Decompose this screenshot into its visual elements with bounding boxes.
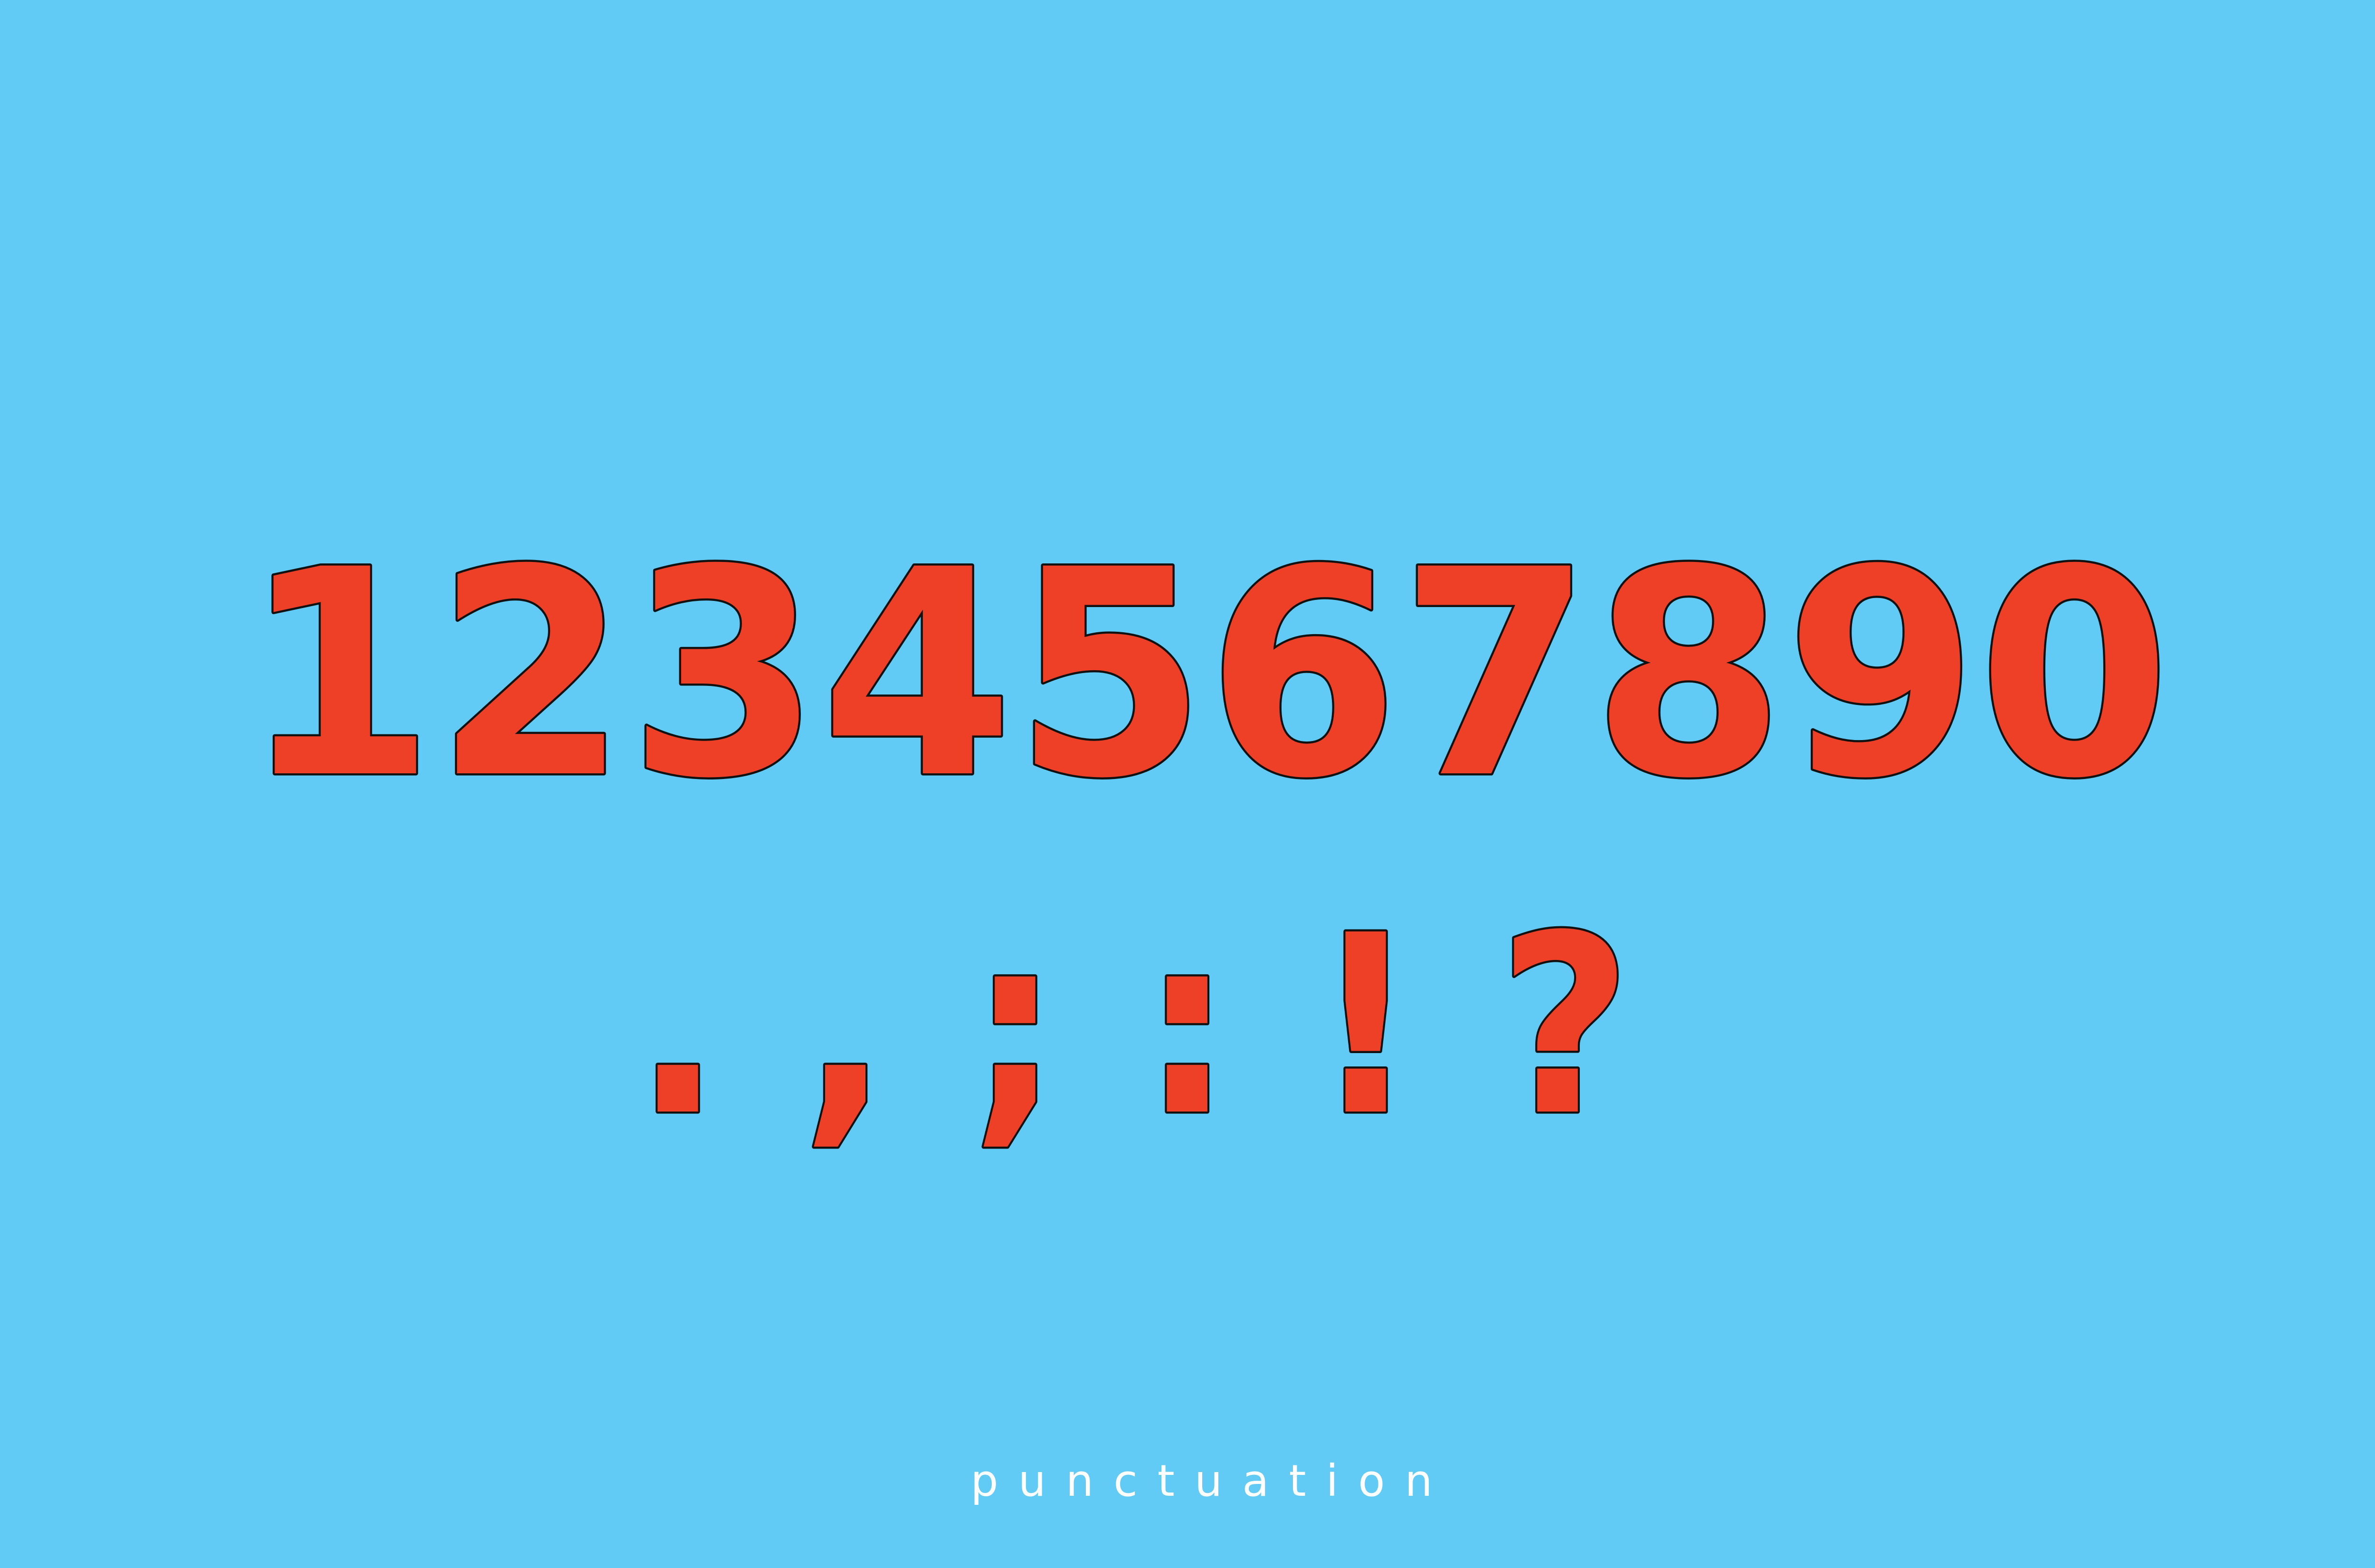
punctuation-line: . , ; : ! ? — [634, 882, 1632, 1170]
glyph-specimen: 1234567890 . , ; : ! ? — [240, 507, 2173, 1172]
digits-line: 1234567890 — [242, 509, 2171, 841]
caption-label: punctuation — [970, 1455, 1453, 1506]
